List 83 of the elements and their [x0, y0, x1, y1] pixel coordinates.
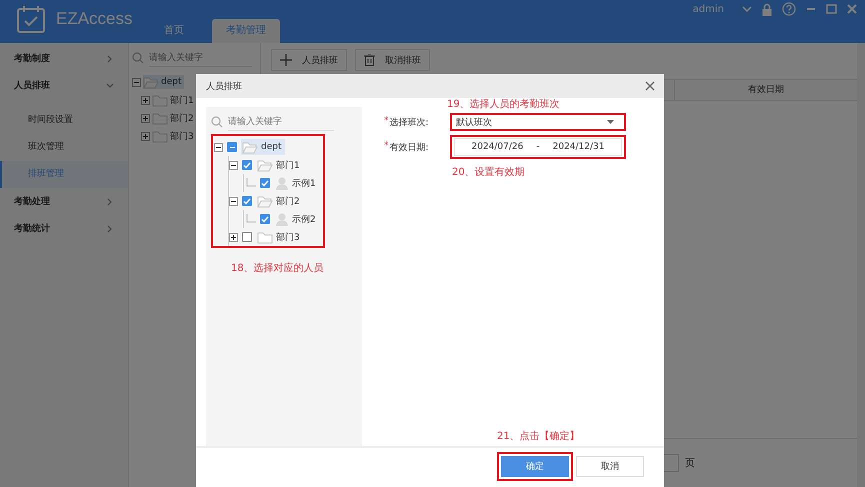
sidebar-item[interactable]: 人员排班: [0, 72, 128, 99]
checkbox[interactable]: [242, 160, 252, 170]
folder-icon: [152, 111, 168, 125]
tree-node[interactable]: 部门3: [256, 229, 303, 245]
folder-icon: [143, 75, 159, 89]
annotation-text: 21、点击【确定】: [497, 430, 581, 443]
folder-icon: [242, 140, 258, 154]
close-icon: [847, 4, 857, 14]
trash-icon: [364, 54, 375, 66]
search-icon: [211, 116, 223, 128]
tree-node[interactable]: 部门1: [152, 93, 196, 107]
tree-connector-icon: [246, 214, 256, 224]
tree-node[interactable]: dept: [241, 139, 284, 155]
delete-button[interactable]: 取消排班: [355, 49, 430, 71]
sidebar-subitem[interactable]: 时间段设置: [0, 107, 128, 134]
chevron-right-icon: [106, 198, 114, 206]
plus-icon: [280, 54, 292, 66]
checkmark-icon: [243, 198, 251, 204]
search-icon: [132, 52, 144, 64]
search-field[interactable]: 请输入关键字: [228, 114, 334, 130]
checkbox[interactable]: [242, 196, 252, 206]
app-name: EZAccess: [56, 8, 133, 28]
expand-toggle[interactable]: [141, 114, 150, 122]
cancel-button[interactable]: 取消: [576, 456, 644, 476]
tree-node[interactable]: 示例1: [274, 175, 319, 191]
add-button[interactable]: 人员排班: [271, 49, 347, 71]
page-label: 页: [685, 457, 695, 470]
expand-toggle[interactable]: [141, 132, 150, 140]
annotation-text: 18、选择对应的人员: [231, 262, 325, 275]
search-field[interactable]: 请输入关键字: [149, 50, 252, 66]
expand-toggle[interactable]: [229, 232, 238, 242]
tree-node[interactable]: 部门3: [152, 129, 196, 143]
tree-node[interactable]: 部门2: [152, 111, 196, 125]
person-icon: [275, 176, 289, 190]
folder-icon: [257, 194, 273, 208]
tree-node[interactable]: dept: [143, 75, 184, 89]
close-icon[interactable]: [645, 81, 655, 91]
checkbox[interactable]: [242, 232, 252, 242]
chevron-right-icon: [106, 54, 114, 62]
field-label: 有效日期:: [390, 142, 429, 154]
maximize-icon: [826, 4, 837, 14]
folder-icon: [257, 230, 273, 244]
date-range-field[interactable]: 2024/07/26 - 2024/12/31: [454, 138, 622, 156]
chevron-down-icon: [106, 82, 114, 90]
annotation-text: 20、设置有效期: [452, 166, 526, 179]
tree-node[interactable]: 部门1: [256, 157, 303, 173]
scrollbar[interactable]: [857, 43, 865, 487]
annotation-text: 19、选择人员的考勤班次: [447, 98, 561, 111]
checkmark-icon: [261, 180, 269, 186]
person-icon: [275, 212, 289, 226]
checkbox[interactable]: [260, 178, 270, 188]
sidebar-item[interactable]: 考勤制度: [0, 45, 128, 72]
collapse-toggle[interactable]: [214, 142, 223, 152]
required-mark: *: [384, 116, 388, 128]
collapse-toggle[interactable]: [229, 196, 238, 206]
folder-icon: [152, 93, 168, 107]
help-icon: [782, 2, 796, 16]
folder-icon: [152, 129, 168, 143]
checkmark-icon: [243, 162, 251, 168]
collapse-toggle[interactable]: [132, 78, 141, 86]
chevron-down-icon: [742, 6, 752, 12]
tree-connector-icon: [246, 178, 256, 188]
caret-down-icon: [607, 120, 614, 124]
dialog-title: 人员排班: [206, 80, 242, 92]
checkbox[interactable]: [260, 214, 270, 224]
calendar-check-icon: [16, 4, 46, 34]
lock-icon: [762, 2, 772, 16]
chevron-right-icon: [106, 224, 114, 232]
checkbox[interactable]: [227, 142, 237, 152]
sidebar-item[interactable]: 考勤统计: [0, 215, 128, 242]
collapse-toggle[interactable]: [229, 160, 238, 170]
expand-toggle[interactable]: [141, 96, 150, 104]
sidebar-item[interactable]: 考勤处理: [0, 188, 128, 215]
nav-tab[interactable]: 首页: [150, 19, 198, 43]
tree-node[interactable]: 示例2: [274, 211, 319, 227]
confirm-button[interactable]: 确定: [501, 456, 569, 476]
field-label: 选择班次:: [390, 116, 429, 128]
required-mark: *: [384, 140, 388, 152]
user-name[interactable]: admin: [692, 4, 724, 14]
tree-node[interactable]: 部门2: [256, 193, 303, 209]
checkmark-icon: [261, 216, 269, 222]
folder-icon: [257, 158, 273, 172]
sidebar-subitem[interactable]: 班次管理: [0, 134, 128, 161]
